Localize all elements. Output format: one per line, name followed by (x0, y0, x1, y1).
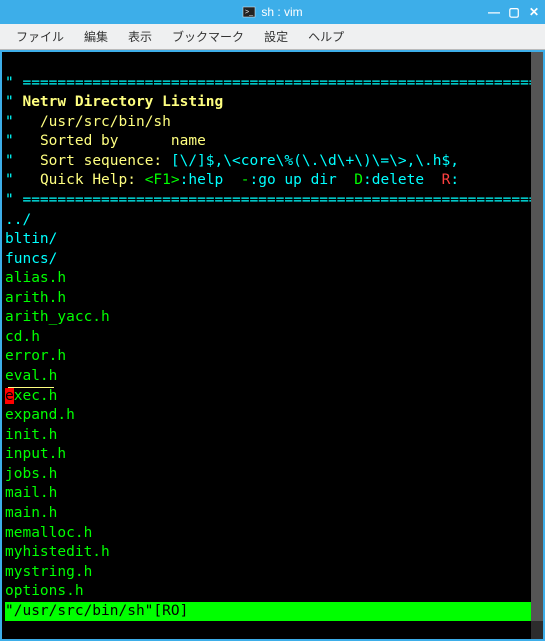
file-entry[interactable]: eval.h (5, 368, 57, 384)
cursor-file-rest: xec.h (14, 388, 58, 404)
menu-settings[interactable]: 設定 (254, 24, 298, 49)
menu-view[interactable]: 表示 (118, 24, 162, 49)
file-entry[interactable]: mystring.h (5, 564, 92, 580)
terminal-pane[interactable]: " ======================================… (2, 52, 543, 639)
file-entry[interactable]: error.h (5, 348, 66, 364)
netrw-path: /usr/src/bin/sh (40, 114, 171, 130)
menu-bookmark[interactable]: ブックマーク (162, 24, 254, 49)
window-controls: — ▢ ✕ (487, 0, 541, 24)
file-entry[interactable]: myhistedit.h (5, 544, 110, 560)
cursor-line[interactable]: exec.h (5, 388, 57, 404)
file-entry[interactable]: init.h (5, 427, 57, 443)
help-action: :help (180, 172, 224, 188)
quick-help-label: Quick Help: (40, 172, 136, 188)
file-entry[interactable]: mail.h (5, 485, 57, 501)
del-action: :delete (363, 172, 424, 188)
sort-seq-label: Sort sequence: (40, 153, 162, 169)
file-entry[interactable]: main.h (5, 505, 57, 521)
file-entry[interactable]: options.h (5, 583, 84, 599)
svg-text:>_: >_ (245, 9, 253, 16)
menu-help[interactable]: ヘルプ (298, 24, 354, 49)
file-entry[interactable]: expand.h (5, 407, 75, 423)
netrw-rule-top: ========================================… (22, 75, 537, 91)
terminal-icon: >_ (242, 5, 256, 19)
ren-key: R (442, 172, 451, 188)
window-title: sh : vim (261, 5, 302, 19)
scrollbar-thumb[interactable] (531, 52, 543, 621)
sort-seq-value: [\/]$,\<core\%(\.\d\+\)\=\>,\.h$, (171, 153, 459, 169)
menu-file[interactable]: ファイル (6, 24, 74, 49)
netrw-title: Netrw Directory Listing (22, 94, 223, 110)
file-entry[interactable]: alias.h (5, 270, 66, 286)
file-entry[interactable]: memalloc.h (5, 525, 92, 541)
cursor-char: e (5, 388, 14, 404)
close-button[interactable]: ✕ (527, 5, 541, 19)
maximize-button[interactable]: ▢ (507, 5, 521, 19)
file-entry[interactable]: arith_yacc.h (5, 309, 110, 325)
minimize-button[interactable]: — (487, 5, 501, 19)
dir-entry[interactable]: funcs/ (5, 251, 57, 267)
sorted-by-label: Sorted by (40, 133, 119, 149)
sorted-by-value: name (171, 133, 206, 149)
file-entry[interactable]: input.h (5, 446, 66, 462)
netrw-rule-bottom: ========================================… (22, 192, 537, 208)
status-line: "/usr/src/bin/sh"[RO] (5, 602, 540, 622)
window-titlebar: >_ sh : vim — ▢ ✕ (0, 0, 545, 24)
scrollbar[interactable] (531, 52, 543, 639)
menu-edit[interactable]: 編集 (74, 24, 118, 49)
parent-dir[interactable]: ../ (5, 212, 31, 228)
help-key: <F1> (145, 172, 180, 188)
menubar: ファイル 編集 表示 ブックマーク 設定 ヘルプ (0, 24, 545, 50)
file-entry[interactable]: cd.h (5, 329, 40, 345)
ren-action: : (450, 172, 459, 188)
dir-entry[interactable]: bltin/ (5, 231, 57, 247)
file-entry[interactable]: arith.h (5, 290, 66, 306)
del-key: D (354, 172, 363, 188)
up-action: :go up dir (249, 172, 336, 188)
file-entry[interactable]: jobs.h (5, 466, 57, 482)
